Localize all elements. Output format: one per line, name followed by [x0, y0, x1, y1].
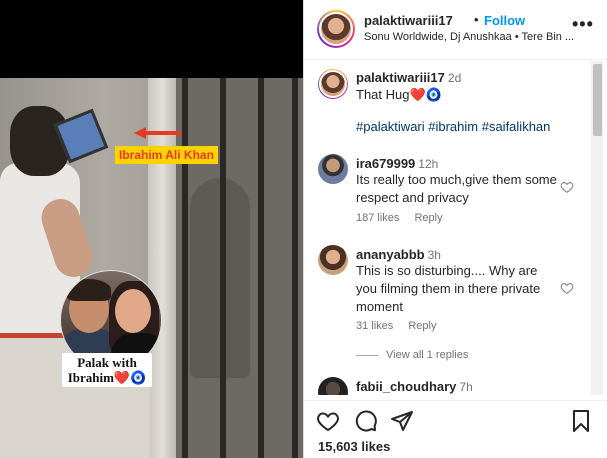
arrow-left-icon: [134, 127, 182, 139]
gate-bar: [258, 78, 264, 458]
video-frame[interactable]: Ibrahim Ali Khan Palak with Ibrahim❤️🧿: [0, 78, 303, 458]
inset-caption-line1: Palak with: [77, 355, 137, 370]
comment-username-text[interactable]: ananyabbb: [356, 247, 425, 262]
share-icon[interactable]: [390, 409, 414, 433]
post-media[interactable]: Ibrahim Ali Khan Palak with Ibrahim❤️🧿: [0, 0, 303, 458]
likes-number[interactable]: 15,603: [318, 439, 358, 454]
caption-hashtags[interactable]: #palaktiwari #ibrahim #saifalikhan: [356, 119, 550, 134]
comment-meta: 31 likes Reply: [356, 320, 448, 332]
header-username[interactable]: palaktiwariii17: [364, 13, 453, 28]
audio-link[interactable]: Sonu Worldwide, Dj Anushkaa • Tere Bin .…: [364, 31, 579, 43]
caption-time: 2d: [447, 71, 462, 85]
view-replies-button[interactable]: View all 1 replies: [356, 349, 468, 361]
comment-text: This is so disturbing.... Why are you fi…: [356, 263, 541, 314]
gate-bar: [220, 78, 226, 458]
post-actions: 15,603 likes: [304, 400, 607, 458]
avatar-image: [319, 12, 353, 46]
post-sidebar: palaktiwariii17 • Follow Sonu Worldwide,…: [303, 0, 607, 458]
view-replies-label[interactable]: View all 1 replies: [386, 349, 468, 361]
comment-avatar[interactable]: [318, 245, 348, 275]
comment-time: 12h: [418, 157, 439, 171]
reply-button[interactable]: Reply: [408, 320, 436, 332]
caption-text: That Hug❤️🧿: [356, 87, 442, 102]
post-header: palaktiwariii17 • Follow Sonu Worldwide,…: [304, 0, 607, 60]
comment-username-text[interactable]: fabii_choudhary: [356, 379, 456, 394]
comment-likes[interactable]: 31 likes: [356, 320, 393, 332]
like-comment-icon[interactable]: [560, 281, 574, 295]
comment-avatar[interactable]: [318, 154, 348, 184]
more-options-icon[interactable]: •••: [572, 14, 594, 35]
name-overlay-label: Ibrahim Ali Khan: [115, 146, 218, 164]
inset-caption-line2: Ibrahim❤️🧿: [67, 370, 147, 385]
comment-time: 3h: [427, 248, 441, 262]
replies-divider: [356, 354, 378, 356]
caption-avatar-image: [319, 70, 347, 98]
comment-time: 7h: [459, 380, 473, 394]
comment-meta: 187 likes Reply: [356, 212, 455, 224]
likes-count[interactable]: 15,603 likes: [318, 439, 390, 454]
comment-text: Its really too much,give them some respe…: [356, 172, 557, 205]
inset-caption: Palak with Ibrahim❤️🧿: [62, 353, 152, 387]
caption-username[interactable]: palaktiwariii17 2d: [356, 70, 461, 85]
inset-face-2: [115, 289, 151, 333]
like-comment-icon[interactable]: [560, 180, 574, 194]
comment-username[interactable]: ira679999 12h: [356, 156, 438, 171]
comment-avatar[interactable]: [318, 377, 348, 395]
gate-bar: [292, 78, 298, 458]
inset-hair-1: [67, 279, 111, 301]
bookmark-icon[interactable]: [569, 409, 593, 433]
comments-list[interactable]: palaktiwariii17 2d That Hug❤️🧿 #palaktiwa…: [304, 61, 607, 395]
header-separator: •: [474, 12, 479, 27]
heart-icon[interactable]: [316, 409, 340, 433]
caption-avatar[interactable]: [318, 69, 348, 99]
avatar[interactable]: [317, 10, 355, 48]
scrollbar-thumb[interactable]: [593, 64, 602, 136]
caption-username-text[interactable]: palaktiwariii17: [356, 70, 445, 85]
comment-icon[interactable]: [354, 409, 378, 433]
comment-likes[interactable]: 187 likes: [356, 212, 399, 224]
reply-button[interactable]: Reply: [414, 212, 442, 224]
comment-username[interactable]: fabii_choudhary 7h: [356, 379, 473, 394]
comment-username[interactable]: ananyabbb 3h: [356, 247, 441, 262]
comment-username-text[interactable]: ira679999: [356, 156, 415, 171]
follow-button[interactable]: Follow: [484, 13, 525, 28]
likes-label[interactable]: likes: [361, 439, 390, 454]
